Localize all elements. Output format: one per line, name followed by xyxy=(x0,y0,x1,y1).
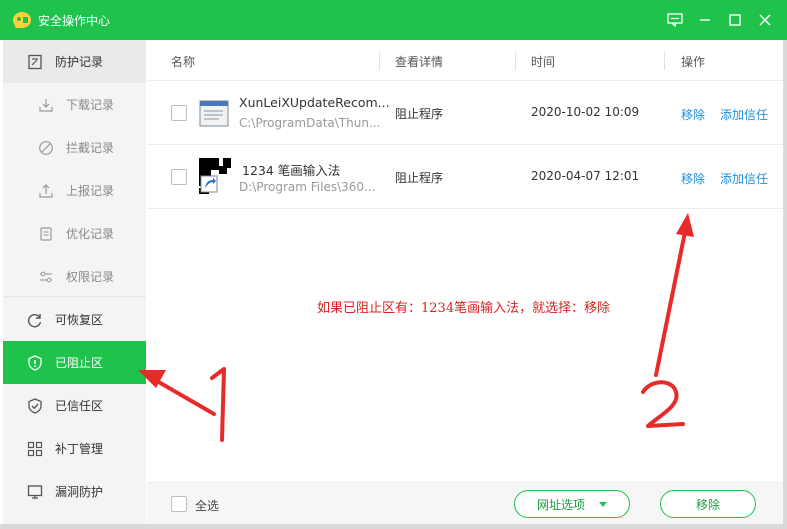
remove-button[interactable]: 移除 xyxy=(660,490,756,518)
column-separator xyxy=(664,52,665,70)
restore-icon xyxy=(25,310,45,330)
file-path: D:\Program Files\360... xyxy=(239,180,376,194)
detail-text: 阻止程序 xyxy=(395,107,444,121)
feedback-icon[interactable] xyxy=(664,9,686,31)
window-edge xyxy=(783,40,787,529)
row-checkbox[interactable] xyxy=(171,169,187,185)
table-row: 1234 笔画输入法 D:\Program Files\360... 阻止程序 … xyxy=(147,145,783,209)
remove-link[interactable]: 移除 xyxy=(681,170,705,187)
select-all-label: 全选 xyxy=(195,499,220,513)
column-header-time: 时间 xyxy=(531,55,556,69)
url-options-label: 网址选项 xyxy=(536,497,585,512)
sliders-icon xyxy=(36,267,56,287)
sidebar-item-report-records[interactable]: 上报记录 xyxy=(3,169,146,212)
shield-check-icon xyxy=(25,396,45,416)
sidebar-item-blocked-zone[interactable]: 已阻止区 xyxy=(3,341,146,384)
file-name: 1234 笔画输入法 xyxy=(242,163,341,178)
window-title: 安全操作中心 xyxy=(38,14,111,28)
column-header-name: 名称 xyxy=(171,55,196,69)
sidebar-item-label: 优化记录 xyxy=(66,227,115,241)
sidebar-item-label: 上报记录 xyxy=(66,184,115,198)
sidebar-item-vulnerability-protection[interactable]: 漏洞防护 xyxy=(3,470,146,513)
url-options-button[interactable]: 网址选项 xyxy=(514,490,630,518)
file-path: C:\ProgramData\Thun... xyxy=(239,116,381,130)
sidebar-item-download-records[interactable]: 下载记录 xyxy=(3,83,146,126)
clipboard-icon xyxy=(36,224,56,244)
table-header: 名称 查看详情 时间 操作 xyxy=(147,40,783,81)
remove-button-label: 移除 xyxy=(695,497,720,512)
sidebar-divider xyxy=(3,296,146,297)
app-logo-icon xyxy=(13,12,31,28)
add-trust-link[interactable]: 添加信任 xyxy=(720,106,768,123)
monitor-icon xyxy=(25,482,45,502)
sidebar-item-intercept-records[interactable]: 拦截记录 xyxy=(3,126,146,169)
detail-text: 阻止程序 xyxy=(395,171,444,185)
add-trust-link[interactable]: 添加信任 xyxy=(720,170,768,187)
sidebar-item-trusted-zone[interactable]: 已信任区 xyxy=(3,384,146,427)
upload-icon xyxy=(36,181,56,201)
shortcut-app-icon xyxy=(199,158,231,194)
column-separator xyxy=(379,52,380,70)
notes-icon xyxy=(25,52,45,72)
timestamp: 2020-10-02 10:09 xyxy=(531,105,640,119)
column-separator xyxy=(515,52,516,70)
column-header-details: 查看详情 xyxy=(395,55,444,69)
sidebar-item-label: 已阻止区 xyxy=(55,356,104,370)
minimize-icon[interactable] xyxy=(694,9,716,31)
main-panel: 名称 查看详情 时间 操作 XunLeiXUpdateRecom... C:\P… xyxy=(147,40,783,524)
close-icon[interactable] xyxy=(754,9,776,31)
sidebar-item-label: 已信任区 xyxy=(55,399,104,413)
window-edge xyxy=(0,524,787,529)
sidebar-item-label: 防护记录 xyxy=(55,55,104,69)
sidebar-item-label: 可恢复区 xyxy=(55,313,104,327)
security-center-window: 安全操作中心 防护记录 下载记录 拦截记录 上报记录 优化记录 权限记录 可恢复… xyxy=(0,0,787,529)
maximize-icon[interactable] xyxy=(724,9,746,31)
block-icon xyxy=(36,138,56,158)
sidebar-item-protection-records[interactable]: 防护记录 xyxy=(3,40,146,83)
sidebar-item-label: 下载记录 xyxy=(66,98,115,112)
column-header-action: 操作 xyxy=(681,55,706,69)
timestamp: 2020-04-07 12:01 xyxy=(531,169,640,183)
grid-icon xyxy=(25,439,45,459)
row-checkbox[interactable] xyxy=(171,105,187,121)
sidebar-item-label: 权限记录 xyxy=(66,270,115,284)
title-bar: 安全操作中心 xyxy=(0,0,787,40)
annotation-instruction: 如果已阻止区有：1234笔画输入法，就选择：移除 xyxy=(317,301,611,316)
shield-alert-icon xyxy=(25,353,45,373)
sidebar-item-label: 拦截记录 xyxy=(66,141,115,155)
sidebar-item-recoverable-zone[interactable]: 可恢复区 xyxy=(3,298,146,341)
sidebar-item-permission-records[interactable]: 权限记录 xyxy=(3,255,146,298)
remove-link[interactable]: 移除 xyxy=(681,106,705,123)
sidebar-item-patch-management[interactable]: 补丁管理 xyxy=(3,427,146,470)
download-icon xyxy=(36,95,56,115)
footer-bar: 全选 网址选项 移除 xyxy=(147,482,783,524)
table-row: XunLeiXUpdateRecom... C:\ProgramData\Thu… xyxy=(147,81,783,145)
chevron-down-icon xyxy=(599,501,607,507)
window-app-icon xyxy=(199,100,229,127)
file-name: XunLeiXUpdateRecom... xyxy=(239,95,390,110)
sidebar-item-optimize-records[interactable]: 优化记录 xyxy=(3,212,146,255)
sidebar: 防护记录 下载记录 拦截记录 上报记录 优化记录 权限记录 可恢复区 已阻止区 … xyxy=(3,40,146,524)
select-all-checkbox[interactable] xyxy=(171,496,187,512)
sidebar-item-label: 漏洞防护 xyxy=(55,485,104,499)
sidebar-item-label: 补丁管理 xyxy=(55,442,104,456)
